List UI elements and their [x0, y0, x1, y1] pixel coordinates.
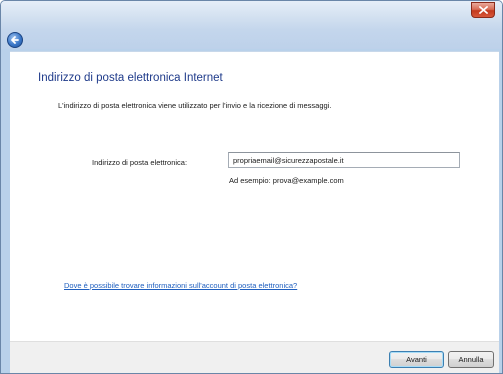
back-arrow-icon [11, 36, 19, 44]
wizard-footer: Avanti Annulla [10, 341, 499, 373]
account-info-link[interactable]: Dove è possibile trovare informazioni su… [64, 281, 297, 290]
next-button[interactable]: Avanti [389, 351, 444, 368]
email-label: Indirizzo di posta elettronica: [92, 158, 188, 167]
wizard-window: Indirizzo di posta elettronica Internet … [0, 0, 503, 374]
cancel-button[interactable]: Annulla [448, 351, 494, 368]
close-button[interactable] [471, 2, 495, 18]
back-button[interactable] [7, 32, 23, 48]
close-icon [478, 6, 488, 14]
wizard-content: Indirizzo di posta elettronica Internet … [10, 51, 499, 341]
page-description: L'indirizzo di posta elettronica viene u… [58, 101, 332, 110]
email-example: Ad esempio: prova@example.com [229, 176, 344, 185]
page-title: Indirizzo di posta elettronica Internet [38, 72, 223, 84]
email-input[interactable] [228, 152, 460, 168]
title-bar [1, 1, 502, 49]
